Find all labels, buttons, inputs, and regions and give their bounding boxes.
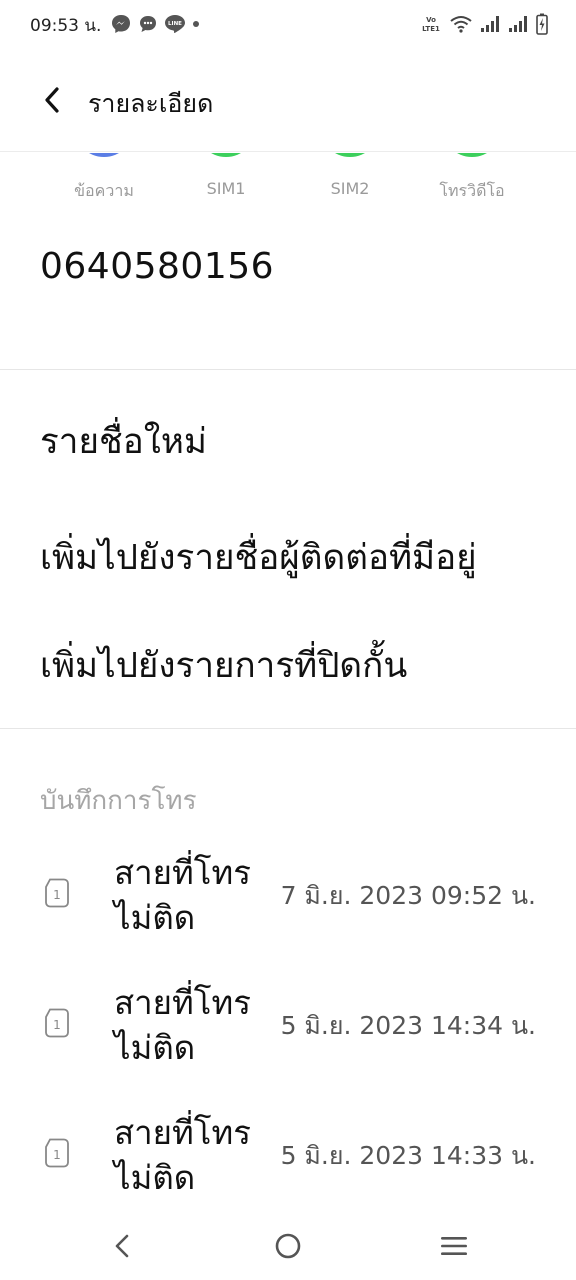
signal-sim1-icon: [481, 16, 499, 32]
divider: [0, 369, 576, 370]
video-call-label: โทรวิดีโอ: [439, 181, 505, 200]
add-to-block-list-option[interactable]: เพิ่มไปยังรายการที่ปิดกั้น: [40, 638, 407, 693]
system-nav-bar: [0, 1210, 576, 1280]
status-time: 09:53 น.: [30, 16, 102, 36]
phone-sim1-icon: [196, 153, 256, 157]
call-sim1-label: SIM1: [206, 179, 246, 198]
call-status: สายที่โทรไม่ติด: [114, 1113, 251, 1197]
page-title: รายละเอียด: [88, 89, 214, 118]
add-to-existing-contact-option[interactable]: เพิ่มไปยังรายชื่อผู้ติดต่อที่มีอยู่: [40, 530, 477, 585]
call-timestamp: 5 มิ.ย. 2023 14:33 น.: [280, 1141, 536, 1170]
svg-text:LINE: LINE: [168, 21, 182, 27]
back-button[interactable]: [34, 82, 70, 118]
app-header: รายละเอียด: [0, 48, 576, 152]
quick-actions: ข้อความ SIM1 SIM2 โทรวิดีโอ: [0, 153, 576, 213]
message-icon: [74, 153, 134, 157]
svg-text:1: 1: [53, 888, 61, 902]
battery-charging-icon: [536, 13, 548, 35]
sim1-icon: 1: [45, 878, 69, 908]
notification-icons: LINE: [110, 13, 200, 35]
svg-text:1: 1: [53, 1148, 61, 1162]
signal-sim2-icon: [509, 16, 527, 32]
menu-lines-icon: [441, 1237, 467, 1255]
messenger-icon: [112, 15, 130, 33]
message-action-label: ข้อความ: [74, 181, 134, 200]
divider: [0, 728, 576, 729]
call-log-title: บันทึกการโทร: [40, 786, 197, 816]
phone-sim2-icon: [320, 153, 380, 157]
phone-number: 0640580156: [40, 246, 275, 287]
sim1-icon: 1: [45, 1138, 69, 1168]
nav-back-button[interactable]: [102, 1226, 142, 1266]
message-action[interactable]: ข้อความ: [44, 153, 164, 213]
call-status: สายที่โทรไม่ติด: [114, 983, 251, 1067]
video-call-action[interactable]: โทรวิดีโอ: [412, 153, 532, 213]
svg-text:Vo: Vo: [426, 16, 436, 24]
call-log-entry[interactable]: 1 สายที่โทรไม่ติด 5 มิ.ย. 2023 14:33 น.: [0, 1102, 576, 1202]
svg-text:1: 1: [53, 1018, 61, 1032]
back-arrow-icon: [45, 87, 59, 113]
chat-bubble-icon: [140, 16, 156, 32]
home-circle-icon: [275, 1233, 301, 1259]
call-sim2-label: SIM2: [330, 179, 370, 198]
nav-menu-button[interactable]: [434, 1226, 474, 1266]
wifi-icon: [450, 16, 472, 33]
svg-text:LTE1: LTE1: [422, 25, 440, 33]
nav-home-button[interactable]: [268, 1226, 308, 1266]
call-log-entry[interactable]: 1 สายที่โทรไม่ติด 7 มิ.ย. 2023 09:52 น.: [0, 842, 576, 942]
volte-icon: Vo LTE1: [422, 16, 440, 33]
call-status: สายที่โทรไม่ติด: [114, 853, 251, 937]
call-timestamp: 7 มิ.ย. 2023 09:52 น.: [280, 881, 536, 910]
back-triangle-icon: [115, 1234, 129, 1258]
new-contact-option[interactable]: รายชื่อใหม่: [40, 414, 207, 469]
call-log-entry[interactable]: 1 สายที่โทรไม่ติด 5 มิ.ย. 2023 14:34 น.: [0, 972, 576, 1072]
call-timestamp: 5 มิ.ย. 2023 14:34 น.: [280, 1011, 536, 1040]
status-bar: 09:53 น. LINE Vo LTE1: [0, 0, 576, 48]
line-app-icon: LINE: [165, 15, 185, 33]
call-sim2-action[interactable]: SIM2: [290, 153, 410, 213]
status-indicators: Vo LTE1: [420, 12, 548, 36]
sim1-icon: 1: [45, 1008, 69, 1038]
more-notifications-dot-icon: [193, 21, 199, 27]
call-sim1-action[interactable]: SIM1: [166, 153, 286, 213]
video-call-icon: [442, 153, 502, 157]
